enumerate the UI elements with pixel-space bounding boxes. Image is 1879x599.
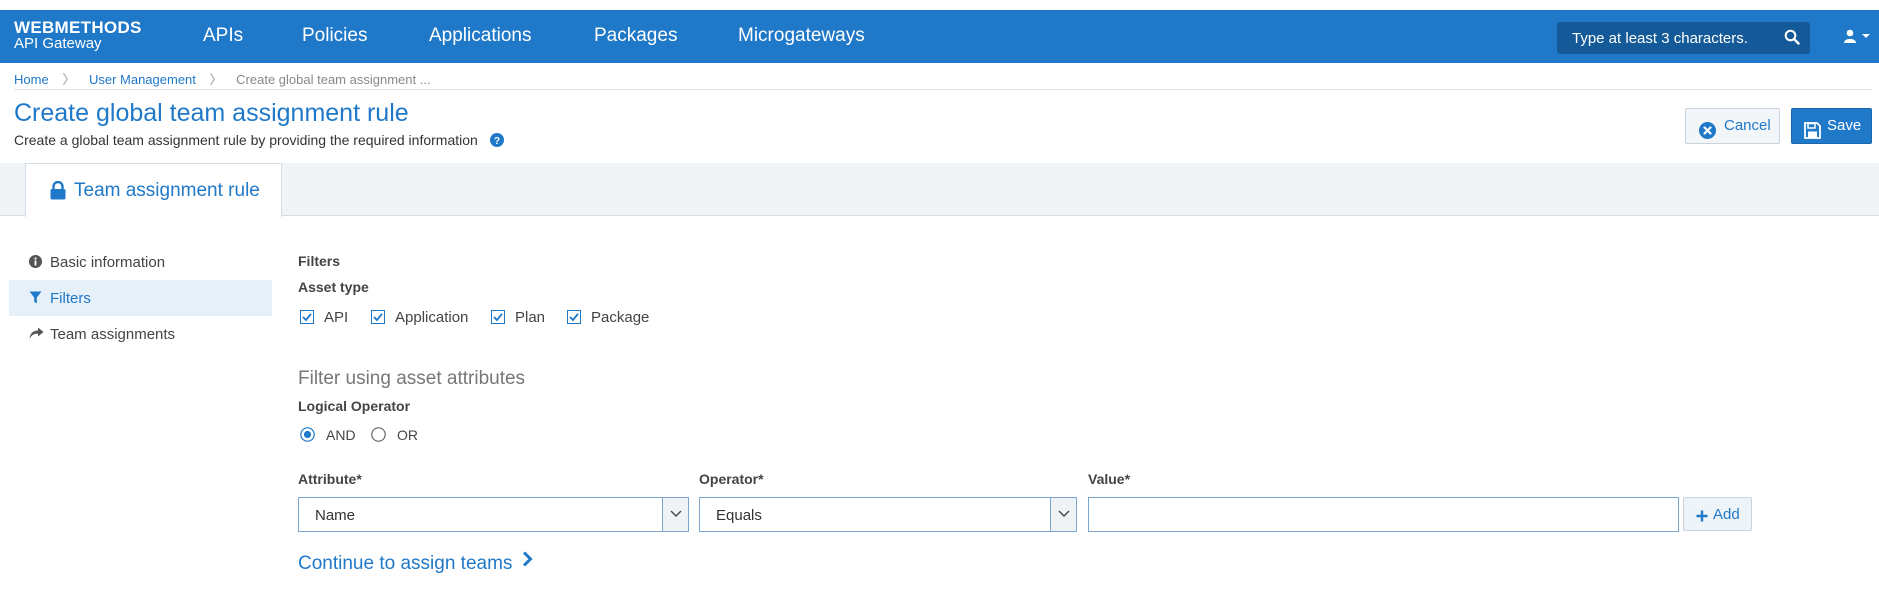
share-icon (29, 327, 44, 344)
breadcrumb-current: Create global team assignment ... (236, 72, 431, 87)
asset-type-label: Asset type (298, 279, 369, 295)
sidebar-item-basic-information[interactable]: Basic information (9, 244, 272, 280)
filter-icon (29, 291, 42, 308)
radio-label: AND (326, 427, 356, 443)
brand-name: WEBMETHODS (14, 18, 142, 37)
sidebar-item-team-assignments[interactable]: Team assignments (9, 316, 272, 352)
checkbox-label: Package (591, 309, 650, 326)
top-strip (0, 0, 1879, 10)
checkbox-checked-icon (567, 310, 581, 328)
chevron-right-icon (522, 551, 533, 573)
user-icon (1843, 29, 1861, 46)
checkbox-checked-icon (300, 310, 314, 328)
breadcrumb-separator: 〉 (62, 72, 76, 87)
radio-unselected-icon (371, 427, 386, 445)
operator-label: Operator* (699, 471, 764, 487)
checkbox-label: Plan (515, 309, 546, 326)
global-search (1557, 22, 1810, 54)
nav-applications[interactable]: Applications (429, 25, 531, 47)
operator-select-value: Equals (716, 507, 762, 524)
nav-apis[interactable]: APIs (203, 25, 243, 47)
attribute-select-value: Name (315, 507, 356, 524)
save-button[interactable]: Save (1791, 108, 1872, 144)
attribute-filter-heading: Filter using asset attributes (298, 368, 526, 389)
breadcrumb-home[interactable]: Home (14, 72, 49, 87)
checkbox-checked-icon (371, 310, 385, 328)
page-subtitle-text: Create a global team assignment rule by … (14, 132, 478, 148)
floppy-disk-icon (1804, 118, 1821, 152)
chevron-down-icon (1861, 30, 1871, 46)
chevron-down-icon[interactable] (1050, 498, 1076, 531)
section-nav: Basic information Filters Team assignmen… (9, 244, 272, 352)
nav-microgateways[interactable]: Microgateways (738, 25, 865, 47)
add-label: Add (1713, 506, 1740, 523)
add-filter-button[interactable]: Add (1683, 497, 1752, 531)
nav-packages[interactable]: Packages (594, 25, 677, 47)
brand-logo[interactable]: WEBMETHODS API Gateway (14, 18, 142, 52)
checkbox-label: API (324, 309, 349, 326)
sidebar-item-filters[interactable]: Filters (9, 280, 272, 316)
page-title: Create global team assignment rule (14, 99, 409, 127)
cancel-label: Cancel (1724, 117, 1771, 134)
continue-label: Continue to assign teams (298, 553, 513, 574)
top-navbar: WEBMETHODS API Gateway APIs Policies App… (0, 10, 1879, 63)
breadcrumb-separator: 〉 (209, 72, 223, 87)
tab-team-assignment-rule[interactable]: Team assignment rule (25, 163, 282, 217)
nav-policies[interactable]: Policies (302, 25, 367, 47)
tab-bar: Team assignment rule (0, 163, 1879, 217)
page-subtitle: Create a global team assignment rule by … (14, 132, 504, 150)
sidebar-item-label: Basic information (50, 254, 166, 271)
cancel-button[interactable]: Cancel (1685, 108, 1780, 144)
save-label: Save (1827, 117, 1862, 134)
close-circle-icon (1699, 118, 1716, 152)
lock-icon (50, 180, 66, 206)
info-icon (29, 255, 42, 272)
help-icon[interactable]: ? (489, 132, 504, 150)
radio-selected-icon (300, 427, 315, 445)
section-heading-filters: Filters (298, 253, 341, 269)
radio-label: OR (397, 427, 418, 443)
sidebar-item-label: Filters (50, 290, 91, 307)
chevron-down-icon[interactable] (662, 498, 688, 531)
logical-operator-label: Logical Operator (298, 398, 411, 414)
continue-to-assign-teams-link[interactable]: Continue to assign teams (298, 551, 533, 575)
search-icon[interactable] (1784, 29, 1800, 49)
brand-product: API Gateway (14, 35, 102, 52)
user-menu[interactable] (1843, 29, 1871, 46)
attribute-label: Attribute* (298, 471, 362, 487)
breadcrumb: Home 〉 User Management 〉 Create global t… (14, 69, 431, 88)
attribute-select[interactable]: Name (298, 497, 689, 532)
value-input[interactable] (1088, 497, 1679, 532)
tab-label: Team assignment rule (74, 180, 260, 201)
operator-select[interactable]: Equals (699, 497, 1077, 532)
value-label: Value* (1088, 471, 1131, 487)
plus-icon (1696, 509, 1708, 526)
search-input[interactable] (1557, 22, 1772, 54)
checkbox-label: Application (395, 309, 469, 326)
checkbox-checked-icon (491, 310, 505, 328)
svg-text:?: ? (494, 136, 500, 147)
breadcrumb-user-management[interactable]: User Management (89, 72, 196, 87)
divider (14, 89, 1872, 90)
sidebar-item-label: Team assignments (50, 326, 176, 343)
